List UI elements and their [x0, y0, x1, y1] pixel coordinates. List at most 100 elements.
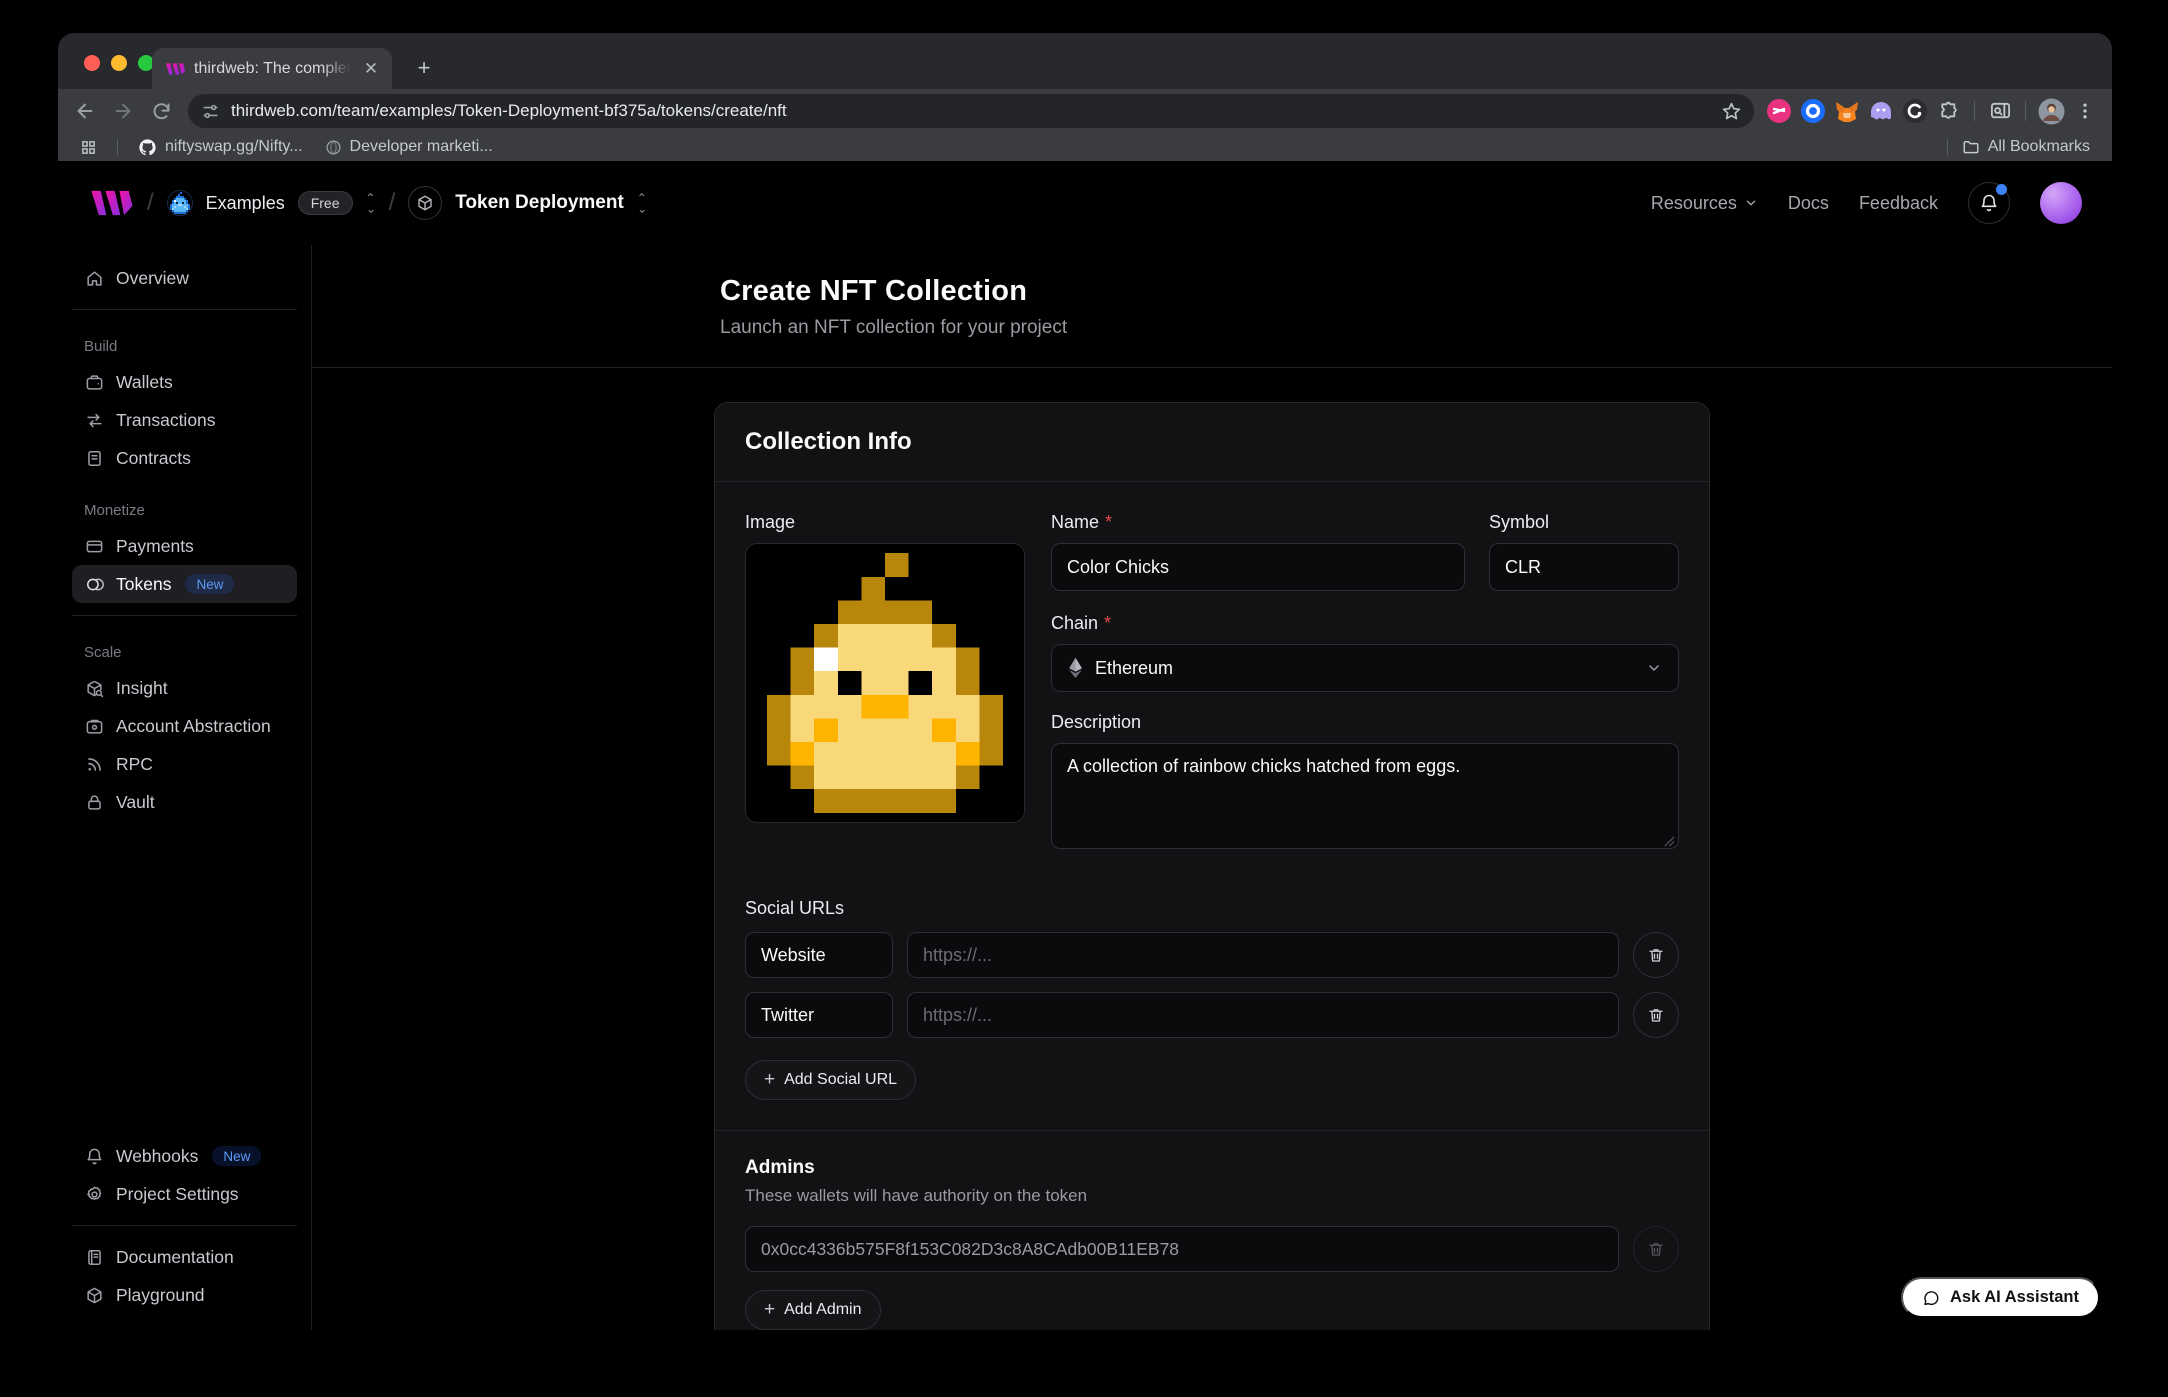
all-bookmarks-button[interactable]: All Bookmarks [1954, 135, 2098, 159]
url-bar[interactable]: thirdweb.com/team/examples/Token-Deploym… [188, 94, 1754, 128]
minimize-window-button[interactable] [111, 55, 127, 71]
contract-file-icon [84, 448, 104, 468]
sidebar-item-overview[interactable]: Overview [72, 259, 297, 297]
tab-close-icon[interactable]: ✕ [360, 58, 382, 80]
bell-icon [1979, 193, 1999, 213]
team-avatar-chick [170, 192, 190, 214]
sidebar-item-vault[interactable]: Vault [72, 783, 297, 821]
browser-window: thirdweb: The complete web3 ✕ + thirdweb… [58, 33, 2112, 1330]
name-input[interactable] [1051, 543, 1465, 591]
user-avatar[interactable] [2040, 182, 2082, 224]
docs-link[interactable]: Docs [1788, 193, 1829, 214]
toolbar-divider [1974, 101, 1975, 121]
breadcrumb-slash: / [389, 189, 396, 217]
sidebar-item-label: Project Settings [116, 1184, 239, 1205]
team-switcher-icon[interactable]: ⌃⌃ [366, 194, 376, 212]
window-controls [84, 55, 154, 71]
thirdweb-logo[interactable] [88, 189, 134, 217]
social-row-twitter [745, 992, 1679, 1038]
project-switcher-icon[interactable]: ⌃⌃ [637, 194, 647, 212]
sidebar-item-label: Transactions [116, 410, 216, 431]
extension-phantom-icon[interactable] [1866, 96, 1896, 126]
url-text[interactable]: thirdweb.com/team/examples/Token-Deploym… [231, 101, 1710, 121]
bookmark-niftyswap[interactable]: niftyswap.gg/Nifty... [130, 135, 311, 159]
side-panel-icon[interactable] [1985, 96, 2015, 126]
chain-value: Ethereum [1095, 658, 1173, 679]
team-avatar [167, 190, 193, 216]
team-selector[interactable]: Examples [206, 193, 285, 214]
add-social-url-button[interactable]: + Add Social URL [745, 1060, 916, 1100]
delete-social-row-button[interactable] [1633, 992, 1679, 1038]
sidebar-item-rpc[interactable]: RPC [72, 745, 297, 783]
browser-menu-kebab-icon[interactable] [2070, 96, 2100, 126]
social-url-input[interactable] [907, 932, 1619, 978]
extension-c-icon[interactable] [1900, 96, 1930, 126]
browser-profile-avatar[interactable] [2036, 96, 2066, 126]
insight-icon [84, 678, 104, 698]
new-tab-button[interactable]: + [410, 54, 438, 82]
trash-icon [1647, 1006, 1665, 1024]
add-social-url-label: Add Social URL [784, 1071, 897, 1089]
apps-grid-icon[interactable] [72, 135, 105, 159]
forward-icon[interactable] [106, 94, 140, 128]
bookmark-developer-marketing[interactable]: Developer marketi... [317, 135, 501, 159]
sidebar-item-project-settings[interactable]: Project Settings [72, 1175, 297, 1213]
description-textarea[interactable]: A collection of rainbow chicks hatched f… [1051, 743, 1679, 849]
app-header: / Examples Free ⌃⌃ / Token Deployment ⌃⌃… [58, 161, 2112, 245]
sidebar-item-wallets[interactable]: Wallets [72, 363, 297, 401]
thirdweb-app: / Examples Free ⌃⌃ / Token Deployment ⌃⌃… [58, 161, 2112, 1330]
delete-admin-button[interactable] [1633, 1226, 1679, 1272]
description-label: Description [1051, 712, 1141, 733]
chain-select[interactable]: Ethereum [1051, 644, 1679, 692]
social-platform-input[interactable] [745, 932, 893, 978]
delete-social-row-button[interactable] [1633, 932, 1679, 978]
extensions-puzzle-icon[interactable] [1934, 96, 1964, 126]
social-platform-input[interactable] [745, 992, 893, 1038]
bookmark-label: Developer marketi... [350, 138, 493, 156]
symbol-label: Symbol [1489, 512, 1549, 533]
notifications-button[interactable] [1968, 182, 2010, 224]
page-title: Create NFT Collection [720, 275, 2072, 308]
collection-image-upload[interactable] [745, 543, 1025, 823]
sidebar-section-scale: Scale [84, 644, 285, 661]
social-url-input[interactable] [907, 992, 1619, 1038]
browser-tab[interactable]: thirdweb: The complete web3 ✕ [152, 48, 392, 89]
social-row-website [745, 932, 1679, 978]
sidebar-item-documentation[interactable]: Documentation [72, 1238, 297, 1276]
add-admin-button[interactable]: + Add Admin [745, 1290, 881, 1330]
sidebar-item-insight[interactable]: Insight [72, 669, 297, 707]
toolbar-divider [2025, 101, 2026, 121]
sidebar-item-label: Playground [116, 1285, 205, 1306]
sidebar-item-playground[interactable]: Playground [72, 1276, 297, 1314]
extension-metamask-icon[interactable] [1832, 96, 1862, 126]
resources-menu[interactable]: Resources [1651, 193, 1758, 214]
extension-pink-icon[interactable] [1764, 96, 1794, 126]
all-bookmarks-label: All Bookmarks [1988, 138, 2090, 156]
home-icon [84, 268, 104, 288]
sidebar-item-webhooks[interactable]: Webhooks New [72, 1137, 297, 1175]
sidebar-item-tokens[interactable]: Tokens New [72, 565, 297, 603]
project-selector[interactable]: Token Deployment [455, 192, 624, 214]
admins-title: Admins [745, 1157, 1679, 1179]
ask-ai-assistant-button[interactable]: Ask AI Assistant [1901, 1277, 2100, 1318]
close-window-button[interactable] [84, 55, 100, 71]
sidebar-section-build: Build [84, 338, 285, 355]
site-settings-icon[interactable] [201, 102, 220, 121]
sidebar-item-payments[interactable]: Payments [72, 527, 297, 565]
image-label: Image [745, 512, 795, 533]
sidebar-item-account-abstraction[interactable]: Account Abstraction [72, 707, 297, 745]
back-icon[interactable] [68, 94, 102, 128]
symbol-input[interactable] [1489, 543, 1679, 591]
sidebar-item-transactions[interactable]: Transactions [72, 401, 297, 439]
wallet-icon [84, 372, 104, 392]
ask-ai-assistant-label: Ask AI Assistant [1950, 1288, 2079, 1307]
extension-blue-wallet-icon[interactable] [1798, 96, 1828, 126]
feedback-link[interactable]: Feedback [1859, 193, 1938, 214]
bookmark-star-icon[interactable] [1721, 101, 1742, 122]
sidebar-item-contracts[interactable]: Contracts [72, 439, 297, 477]
admin-address-input[interactable] [745, 1226, 1619, 1272]
resize-handle[interactable] [1664, 836, 1675, 847]
reload-icon[interactable] [144, 94, 178, 128]
chain-label: Chain [1051, 613, 1098, 634]
main-content: Create NFT Collection Launch an NFT coll… [312, 245, 2112, 1330]
